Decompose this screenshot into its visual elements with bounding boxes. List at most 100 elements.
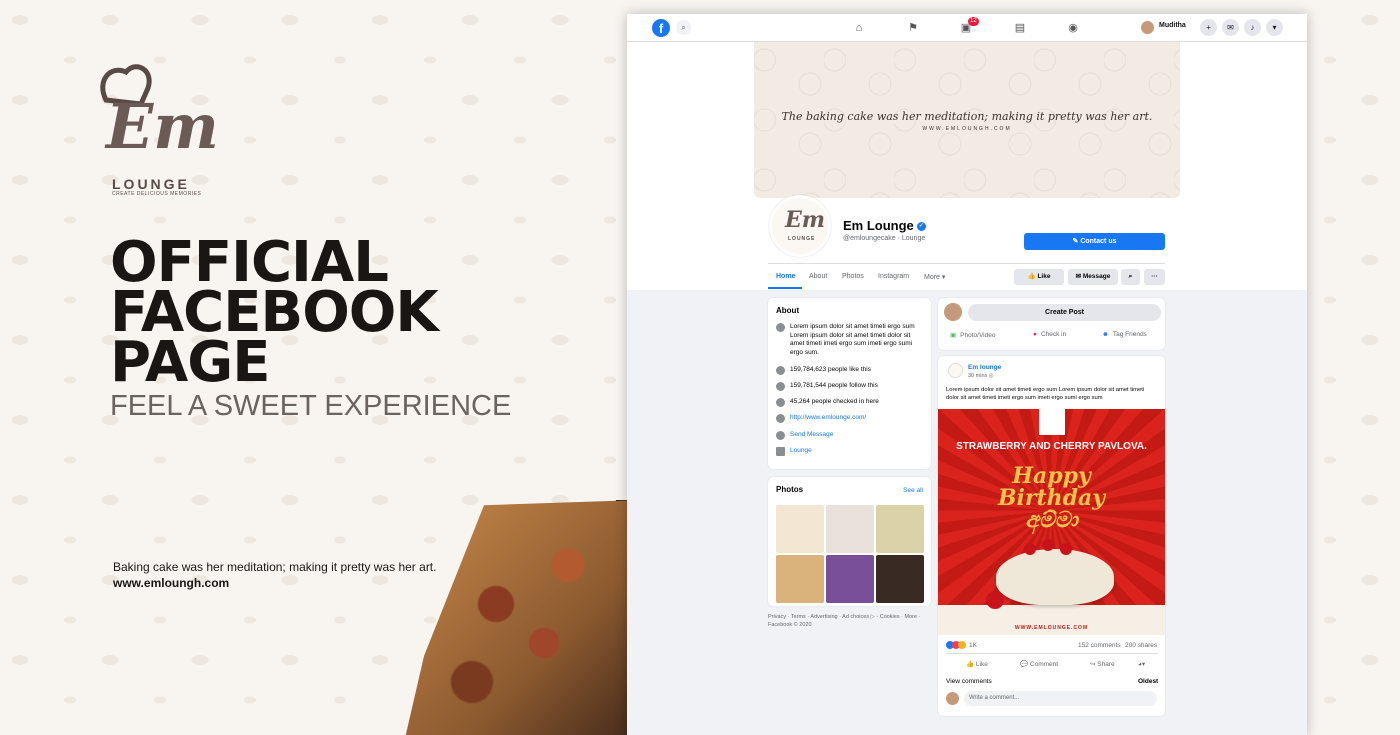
- see-all-photos-link[interactable]: See all: [903, 487, 923, 494]
- post-image-greeting: Happy Birthday අම්මා: [938, 465, 1165, 531]
- avatar: [946, 692, 959, 705]
- active-tab-indicator: [768, 287, 802, 289]
- search-icon[interactable]: ⌕: [676, 20, 691, 35]
- like-button[interactable]: 👍 Like: [966, 660, 988, 668]
- header-divider: [768, 263, 1165, 264]
- post-author[interactable]: Em lounge: [968, 364, 1001, 371]
- tab-photos[interactable]: Photos: [842, 273, 864, 280]
- audience-selector-chevron-down-icon[interactable]: ◕▾: [1138, 660, 1145, 668]
- messenger-icon[interactable]: ✉: [1222, 19, 1239, 36]
- post-text: Lorem ipsum dolor sit amet timeti ergo s…: [946, 387, 1145, 401]
- facebook-logo-icon[interactable]: f: [652, 19, 670, 37]
- facebook-page-mockup: f ⌕ ⌂ ⚑ ▣ 12 ▤ ◉ Muditha + ✉ ♪ ▾ The bak…: [627, 14, 1307, 735]
- actions-divider: [946, 653, 1158, 654]
- category-link[interactable]: Lounge: [790, 447, 925, 456]
- contact-us-label: Contact us: [1080, 238, 1117, 245]
- strawberry: [1024, 543, 1036, 555]
- comment-action-label: Comment: [1029, 661, 1059, 668]
- contact-us-button[interactable]: ✎ Contact us: [1024, 233, 1165, 250]
- tag-friends-label: Tag Friends: [1112, 331, 1147, 338]
- create-post-button[interactable]: Create Post: [968, 304, 1161, 321]
- view-comments-link[interactable]: View comments: [946, 678, 992, 685]
- account-menu-chevron-down-icon[interactable]: ▾: [1266, 19, 1283, 36]
- photos-card: Photos See all: [768, 477, 931, 606]
- tab-home[interactable]: Home: [776, 273, 795, 280]
- greeting-line: අම්මා: [1025, 507, 1078, 533]
- photo-thumbnail[interactable]: [876, 505, 924, 553]
- avatar[interactable]: [948, 363, 963, 378]
- user-profile-link[interactable]: Muditha: [1141, 22, 1186, 29]
- photo-thumbnail[interactable]: [776, 505, 824, 553]
- subheadline: FEEL A SWEET EXPERIENCE: [110, 390, 512, 422]
- promo-tagline: Baking cake was her meditation; making i…: [113, 560, 437, 574]
- home-icon[interactable]: ⌂: [852, 21, 866, 35]
- more-options-icon[interactable]: ···: [1144, 269, 1165, 285]
- tag-friends-icon: ☻: [1102, 331, 1109, 338]
- write-comment-input[interactable]: Write a comment...: [964, 691, 1157, 706]
- share-button[interactable]: ↪ Share: [1090, 660, 1115, 668]
- logo-tagline: CREATE DELICIOUS MEMORIES: [112, 191, 202, 197]
- post-time: 30 mins ◎: [968, 373, 994, 379]
- create-post-card: Create Post ▣ Photo/Video ● Check in ☻ Tag …: [938, 298, 1165, 350]
- check-in-button[interactable]: ● Check in: [1033, 331, 1066, 338]
- profile-picture[interactable]: Em LOUNGE: [769, 195, 831, 257]
- post-image-title: STRAWBERRY AND CHERRY PAVLOVA.: [956, 441, 1147, 452]
- photo-video-button[interactable]: ▣ Photo/Video: [950, 331, 995, 339]
- globe-icon: ◎: [988, 373, 994, 379]
- create-icon[interactable]: +: [1200, 19, 1217, 36]
- notifications-icon[interactable]: ♪: [1244, 19, 1261, 36]
- location-pin-icon: [776, 398, 785, 407]
- photo-thumbnail[interactable]: [826, 505, 874, 553]
- send-message-link[interactable]: Send Message: [790, 431, 925, 440]
- cover-photo[interactable]: The baking cake was her meditation; maki…: [754, 42, 1180, 198]
- wow-reaction-icon: [958, 641, 966, 649]
- post-time-label: 30 mins: [968, 373, 988, 379]
- headline: OFFICIAL FACEBOOK PAGE: [110, 235, 439, 395]
- comment-button[interactable]: 💬 Comment: [1020, 660, 1058, 668]
- cover-url: WWW.EMLOUNGH.COM: [922, 126, 1012, 132]
- groups-icon[interactable]: ◉: [1066, 21, 1080, 35]
- website-link[interactable]: http://www.emlounge.com/: [790, 414, 925, 423]
- globe-icon: [776, 414, 785, 423]
- shares-count[interactable]: 200 shares: [1125, 642, 1157, 649]
- greeting-line: Birthday: [997, 485, 1106, 511]
- comment-sort-dropdown[interactable]: Oldest: [1138, 678, 1158, 685]
- page-footer-links[interactable]: Privacy · Terms · Advertising · Ad choic…: [768, 614, 933, 629]
- about-title: About: [776, 306, 800, 315]
- about-description: Lorem ipsum dolor sit amet timeti ergo s…: [790, 323, 915, 356]
- tag-friends-button[interactable]: ☻ Tag Friends: [1102, 331, 1147, 338]
- verified-check-icon: ✓: [916, 222, 926, 232]
- photo-thumbnail[interactable]: [826, 555, 874, 603]
- like-action-label: Like: [975, 661, 988, 668]
- comments-count[interactable]: 152 comments: [1078, 642, 1121, 649]
- message-label: Message: [1082, 273, 1111, 280]
- page-category: Lounge: [901, 235, 926, 242]
- post-image-url: WWW.EMLOUNGE.COM: [1014, 625, 1089, 631]
- top-navbar: f ⌕ ⌂ ⚑ ▣ 12 ▤ ◉ Muditha + ✉ ♪ ▾: [627, 14, 1307, 42]
- profile-logo-mark: Em: [785, 207, 826, 233]
- message-page-button[interactable]: ✉ Message: [1068, 269, 1118, 285]
- pavlova-cake: [996, 549, 1114, 605]
- photo-thumbnail[interactable]: [876, 555, 924, 603]
- tab-instagram[interactable]: Instagram: [878, 273, 909, 280]
- likes-count: 159,784,623 people like this: [790, 366, 871, 373]
- photo-video-label: Photo/Video: [960, 332, 996, 339]
- greeting-line: Happy: [1012, 463, 1091, 489]
- photo-thumbnail[interactable]: [776, 555, 824, 603]
- marketplace-icon[interactable]: ▤: [1013, 21, 1027, 35]
- page-title: Em Lounge ✓: [843, 218, 926, 233]
- logo-mark: Em: [106, 90, 219, 163]
- post-image[interactable]: STRAWBERRY AND CHERRY PAVLOVA. Happy Bir…: [938, 409, 1165, 635]
- tab-more[interactable]: More ▾: [924, 273, 945, 281]
- reactions-count[interactable]: 1K: [969, 642, 977, 649]
- headline-line: PAGE: [110, 330, 270, 395]
- like-page-button[interactable]: 👍 Like: [1014, 269, 1064, 285]
- page-handle: @emloungecake: [843, 235, 896, 242]
- messenger-icon: [776, 431, 785, 440]
- like-label: Like: [1037, 273, 1051, 280]
- thumbs-up-icon: [776, 366, 785, 375]
- tab-about[interactable]: About: [809, 273, 827, 280]
- page-search-icon[interactable]: ⌕: [1121, 269, 1140, 285]
- follow-check-icon: [776, 382, 785, 391]
- flag-icon[interactable]: ⚑: [906, 21, 920, 35]
